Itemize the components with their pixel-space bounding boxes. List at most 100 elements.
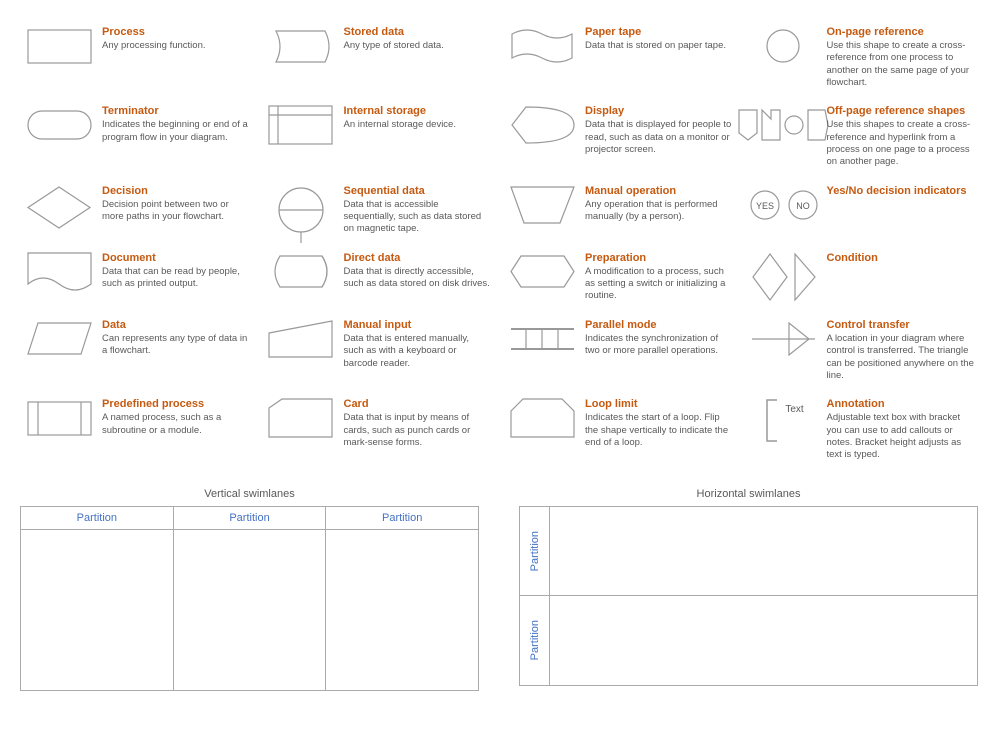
paper-tape-visual <box>507 26 577 66</box>
shape-item-yes-no[interactable]: YES NO Yes/No decision indicators <box>745 179 979 242</box>
manual-input-desc: Data that is entered manually, such as w… <box>344 333 492 370</box>
condition-visual <box>749 252 819 302</box>
terminator-title: Terminator <box>102 105 250 117</box>
annotation-title: Annotation <box>827 398 975 410</box>
shape-item-terminator[interactable]: Terminator Indicates the beginning or en… <box>20 99 254 174</box>
manual-input-visual <box>266 319 336 359</box>
v-body-cell-6 <box>326 610 478 690</box>
card-visual <box>266 398 336 438</box>
display-desc: Data that is displayed for people to rea… <box>585 119 733 156</box>
horizontal-swimlane-title: Horizontal swimlanes <box>519 488 978 500</box>
annotation-desc: Adjustable text box with bracket you can… <box>827 412 975 461</box>
process-desc: Any processing function. <box>102 40 250 52</box>
shape-item-manual-input[interactable]: Manual input Data that is entered manual… <box>262 313 496 388</box>
h-row-1: Partition <box>520 507 977 597</box>
loop-limit-title: Loop limit <box>585 398 733 410</box>
h-partition-2: Partition <box>529 620 541 660</box>
h-label-1: Partition <box>520 507 550 596</box>
paper-tape-title: Paper tape <box>585 26 733 38</box>
vertical-swimlane-group: Vertical swimlanes Partition Partition P… <box>20 488 479 691</box>
predefined-process-title: Predefined process <box>102 398 250 410</box>
shape-item-paper-tape[interactable]: Paper tape Data that is stored on paper … <box>503 20 737 95</box>
parallel-mode-title: Parallel mode <box>585 319 733 331</box>
yes-no-title: Yes/No decision indicators <box>827 185 975 197</box>
horizontal-swimlane-group: Horizontal swimlanes Partition Partition <box>519 488 978 691</box>
annotation-visual: Text <box>749 398 819 443</box>
data-desc: Can represents any type of data in a flo… <box>102 333 250 358</box>
process-title: Process <box>102 26 250 38</box>
shape-item-control-transfer[interactable]: Control transfer A location in your diag… <box>745 313 979 388</box>
paper-tape-desc: Data that is stored on paper tape. <box>585 40 733 52</box>
h-row-2: Partition <box>520 596 977 685</box>
on-page-visual <box>749 26 819 66</box>
manual-input-title: Manual input <box>344 319 492 331</box>
shape-item-sequential-data[interactable]: Sequential data Data that is accessible … <box>262 179 496 242</box>
h-label-2: Partition <box>520 596 550 685</box>
decision-title: Decision <box>102 185 250 197</box>
v-header-row: Partition Partition Partition <box>21 507 478 530</box>
document-title: Document <box>102 252 250 264</box>
v-body-cell-1 <box>21 530 174 610</box>
shape-item-direct-data[interactable]: Direct data Data that is directly access… <box>262 246 496 309</box>
shape-item-internal-storage[interactable]: Internal storage An internal storage dev… <box>262 99 496 174</box>
manual-operation-visual <box>507 185 577 225</box>
shape-item-parallel-mode[interactable]: Parallel mode Indicates the synchronizat… <box>503 313 737 388</box>
shape-item-process[interactable]: Process Any processing function. <box>20 20 254 95</box>
parallel-mode-visual <box>507 319 577 359</box>
internal-storage-title: Internal storage <box>344 105 492 117</box>
shape-item-document[interactable]: Document Data that can be read by people… <box>20 246 254 309</box>
off-page-desc: Use this shapes to create a cross-refere… <box>827 119 975 168</box>
v-body-cell-5 <box>174 610 327 690</box>
shape-item-predefined-process[interactable]: Predefined process A named process, such… <box>20 392 254 467</box>
control-transfer-title: Control transfer <box>827 319 975 331</box>
parallel-mode-desc: Indicates the synchronization of two or … <box>585 333 733 358</box>
manual-operation-desc: Any operation that is performed manually… <box>585 199 733 224</box>
swimlanes-section: Vertical swimlanes Partition Partition P… <box>20 488 978 691</box>
shape-item-card[interactable]: Card Data that is input by means of card… <box>262 392 496 467</box>
display-title: Display <box>585 105 733 117</box>
off-page-title: Off-page reference shapes <box>827 105 975 117</box>
direct-data-title: Direct data <box>344 252 492 264</box>
sequential-data-visual <box>266 185 336 235</box>
internal-storage-visual <box>266 105 336 145</box>
terminator-visual <box>24 105 94 145</box>
yes-no-visual: YES NO <box>749 185 819 225</box>
v-body-row-2 <box>21 610 478 690</box>
loop-limit-visual <box>507 398 577 438</box>
decision-desc: Decision point between two or more paths… <box>102 199 250 224</box>
horizontal-swimlane: Partition Partition <box>519 506 978 686</box>
shape-item-on-page[interactable]: On-page reference Use this shape to crea… <box>745 20 979 95</box>
preparation-visual <box>507 252 577 292</box>
off-page-visual <box>749 105 819 145</box>
shape-item-stored-data[interactable]: Stored data Any type of stored data. <box>262 20 496 95</box>
process-visual <box>24 26 94 66</box>
shape-item-display[interactable]: Display Data that is displayed for peopl… <box>503 99 737 174</box>
shape-item-loop-limit[interactable]: Loop limit Indicates the start of a loop… <box>503 392 737 467</box>
v-body-cell-3 <box>326 530 478 610</box>
v-partition-1: Partition <box>21 507 174 529</box>
card-desc: Data that is input by means of cards, su… <box>344 412 492 449</box>
control-transfer-desc: A location in your diagram where control… <box>827 333 975 382</box>
shapes-grid: Process Any processing function. Stored … <box>20 20 978 468</box>
preparation-title: Preparation <box>585 252 733 264</box>
shape-item-annotation[interactable]: Text Annotation Adjustable text box with… <box>745 392 979 467</box>
shape-item-data[interactable]: Data Can represents any type of data in … <box>20 313 254 388</box>
stored-data-desc: Any type of stored data. <box>344 40 492 52</box>
v-body-cell-2 <box>174 530 327 610</box>
display-visual <box>507 105 577 145</box>
v-body-cell-4 <box>21 610 174 690</box>
document-desc: Data that can be read by people, such as… <box>102 266 250 291</box>
terminator-desc: Indicates the beginning or end of a prog… <box>102 119 250 144</box>
v-partition-2: Partition <box>174 507 327 529</box>
direct-data-desc: Data that is directly accessible, such a… <box>344 266 492 291</box>
shape-item-manual-operation[interactable]: Manual operation Any operation that is p… <box>503 179 737 242</box>
data-title: Data <box>102 319 250 331</box>
shape-item-preparation[interactable]: Preparation A modification to a process,… <box>503 246 737 309</box>
preparation-desc: A modification to a process, such as set… <box>585 266 733 303</box>
stored-data-visual <box>266 26 336 66</box>
svg-text:YES: YES <box>755 201 773 211</box>
shape-item-condition[interactable]: Condition <box>745 246 979 309</box>
predefined-process-visual <box>24 398 94 438</box>
shape-item-off-page[interactable]: Off-page reference shapes Use this shape… <box>745 99 979 174</box>
shape-item-decision[interactable]: Decision Decision point between two or m… <box>20 179 254 242</box>
